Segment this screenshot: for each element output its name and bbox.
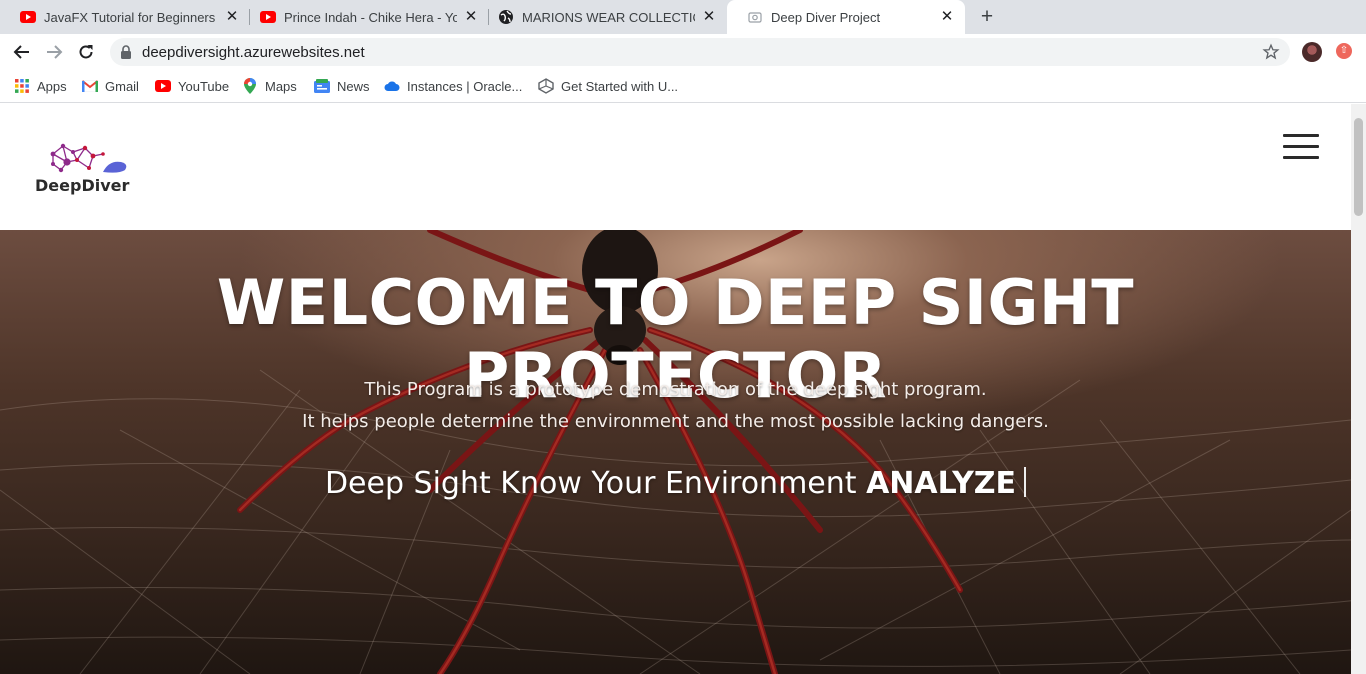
- profile-avatar[interactable]: [1302, 42, 1322, 62]
- bookmark-gmail[interactable]: Gmail: [82, 76, 139, 96]
- forward-button[interactable]: [42, 40, 66, 64]
- tab-title: Deep Diver Project: [771, 9, 881, 25]
- page-scrollbar[interactable]: [1351, 104, 1366, 674]
- youtube-icon: [260, 9, 276, 25]
- maps-pin-icon: [242, 78, 258, 94]
- menu-bar: [1283, 145, 1319, 148]
- close-tab-icon[interactable]: ✕: [939, 9, 955, 25]
- tab-prince-indah[interactable]: Prince Indah - Chike Hera - You ✕: [240, 0, 489, 34]
- tab-marions-wear[interactable]: MARIONS WEAR COLLECTION ✕: [478, 0, 727, 34]
- bookmark-news[interactable]: News: [314, 76, 370, 96]
- tab-title: JavaFX Tutorial for Beginners 7: [44, 9, 218, 25]
- lock-icon: [121, 45, 131, 59]
- bookmark-oracle-instances[interactable]: Instances | Oracle...: [384, 76, 522, 96]
- youtube-icon: [155, 78, 171, 94]
- tab-title: Prince Indah - Chike Hera - You: [284, 9, 457, 25]
- bookmark-youtube[interactable]: YouTube: [155, 76, 229, 96]
- hero-description-line: It helps people determine the environmen…: [302, 411, 1049, 432]
- close-tab-icon[interactable]: ✕: [701, 9, 717, 25]
- page-viewport: DeepDiver WELCOME TO DEEP SIGHT PROTECTO…: [0, 104, 1351, 674]
- site-header: DeepDiver: [0, 104, 1351, 230]
- close-tab-icon[interactable]: ✕: [463, 9, 479, 25]
- extension-icon[interactable]: ⇧: [1336, 43, 1352, 59]
- news-icon: [314, 78, 330, 94]
- oracle-cloud-icon: [384, 78, 400, 94]
- unity-icon: [538, 78, 554, 94]
- globe-icon: [498, 9, 514, 25]
- tagline-typed-word: ANALYZE: [866, 466, 1017, 501]
- url-text: deepdiversight.azurewebsites.net: [142, 44, 365, 61]
- bookmark-label: Instances | Oracle...: [407, 78, 523, 94]
- youtube-icon: [20, 9, 36, 25]
- tab-title: MARIONS WEAR COLLECTION: [522, 9, 695, 25]
- bookmark-maps[interactable]: Maps: [242, 76, 297, 96]
- back-button[interactable]: [10, 40, 34, 64]
- reload-icon: [79, 45, 93, 59]
- bookmark-label: Gmail: [105, 78, 139, 94]
- tab-deep-diver-project[interactable]: Deep Diver Project ✕: [727, 0, 965, 34]
- logo-text: DeepDiver: [35, 176, 130, 195]
- tab-javafx-tutorial[interactable]: JavaFX Tutorial for Beginners 7 ✕: [0, 0, 250, 34]
- deepdiver-logo[interactable]: DeepDiver: [33, 140, 133, 196]
- bookmark-label: Apps: [37, 78, 67, 94]
- hero-section: WELCOME TO DEEP SIGHT PROTECTOR This Pro…: [0, 230, 1351, 674]
- address-bar[interactable]: deepdiversight.azurewebsites.net: [110, 38, 1290, 66]
- hero-description: This Program is a prototype demostration…: [0, 374, 1351, 438]
- close-tab-icon[interactable]: ✕: [224, 9, 240, 25]
- apps-grid-icon: [14, 78, 30, 94]
- bookmark-label: News: [337, 78, 370, 94]
- network-nodes-icon: [50, 143, 127, 173]
- typing-caret: [1024, 467, 1027, 497]
- bookmark-label: Get Started with U...: [561, 78, 679, 94]
- arrow-left-icon: [13, 45, 29, 59]
- scrollbar-thumb[interactable]: [1354, 118, 1363, 216]
- bookmark-star-icon[interactable]: [1262, 43, 1280, 61]
- tab-strip: JavaFX Tutorial for Beginners 7 ✕ Prince…: [0, 0, 1366, 34]
- bookmark-apps[interactable]: Apps: [14, 76, 67, 96]
- bookmark-label: YouTube: [178, 78, 230, 94]
- reload-button[interactable]: [74, 40, 98, 64]
- new-tab-button[interactable]: +: [976, 6, 998, 28]
- hero-typed-tagline: Deep Sight Know Your Environment ANALYZE: [0, 466, 1351, 501]
- hero-description-line: This Program is a prototype demostration…: [364, 379, 987, 400]
- bookmark-label: Maps: [265, 78, 297, 94]
- page-icon: [747, 9, 763, 25]
- hamburger-menu-button[interactable]: [1283, 134, 1319, 160]
- menu-bar: [1283, 156, 1319, 159]
- bookmark-unity-get-started[interactable]: Get Started with U...: [538, 76, 678, 96]
- browser-toolbar: deepdiversight.azurewebsites.net ⇧: [0, 34, 1366, 70]
- menu-bar: [1283, 134, 1319, 137]
- arrow-right-icon: [47, 45, 63, 59]
- tagline-prefix: Deep Sight Know Your Environment: [324, 466, 867, 501]
- bookmarks-bar: Apps Gmail YouTube Maps News Instances |…: [0, 70, 1366, 103]
- gmail-icon: [82, 78, 98, 94]
